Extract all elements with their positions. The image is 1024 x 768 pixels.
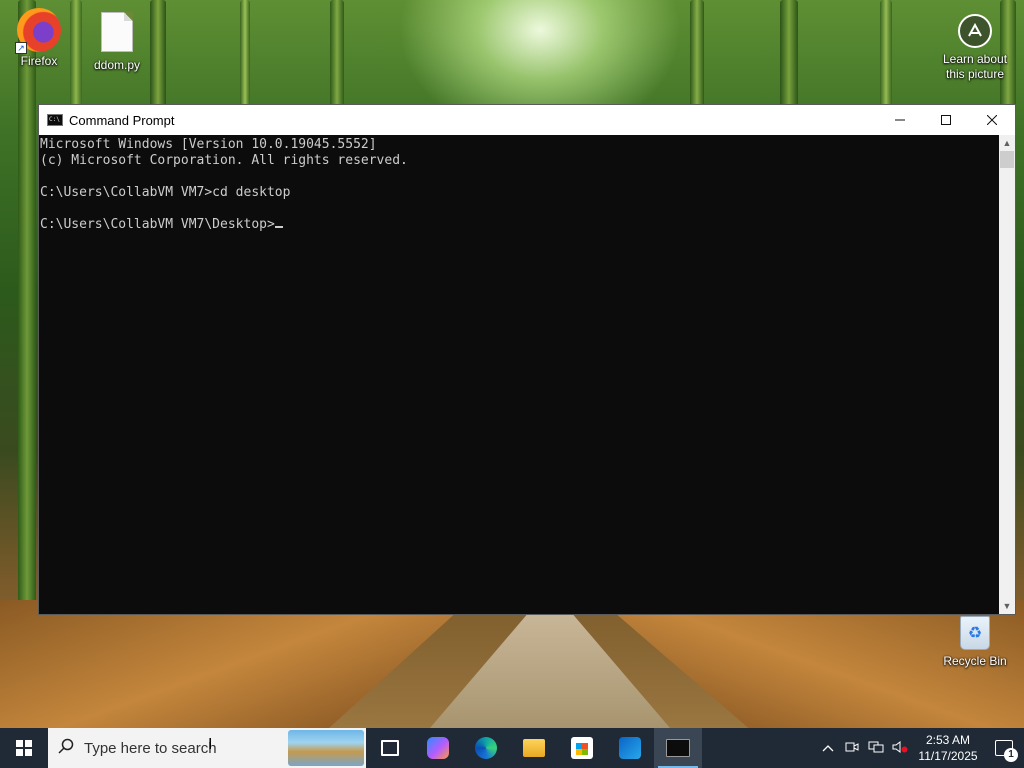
scrollbar-thumb[interactable]	[1000, 151, 1014, 168]
desktop-icon-label: Learn about this picture	[942, 52, 1008, 81]
outlook-icon	[619, 737, 641, 759]
chevron-up-icon[interactable]	[816, 741, 840, 755]
console-line: Microsoft Windows [Version 10.0.19045.55…	[40, 137, 377, 152]
notification-center-button[interactable]: 1	[984, 728, 1024, 768]
notification-count-badge: 1	[1004, 748, 1018, 762]
close-button[interactable]	[969, 105, 1015, 135]
file-explorer-icon	[523, 739, 545, 757]
copilot-icon	[427, 737, 449, 759]
vertical-scrollbar[interactable]: ▲ ▼	[999, 135, 1015, 614]
windows-logo-icon	[16, 740, 32, 756]
clock-time: 2:53 AM	[925, 733, 971, 747]
search-box[interactable]: Type here to search	[48, 728, 366, 768]
start-button[interactable]	[0, 728, 48, 768]
desktop-icon-label: Firefox	[20, 54, 58, 68]
command-prompt-window[interactable]: C:\ Command Prompt Microsoft Windows [Ve…	[38, 104, 1016, 615]
desktop-icon-firefox[interactable]: ↗ Firefox	[1, 2, 77, 69]
system-tray: 2:53 AM 11/17/2025 1	[816, 728, 1024, 768]
scroll-down-icon[interactable]: ▼	[999, 598, 1015, 614]
window-title: Command Prompt	[69, 112, 175, 128]
console-prompt: C:\Users\CollabVM VM7\Desktop>	[40, 217, 275, 232]
desktop-icon-label: Recycle Bin	[943, 654, 1007, 668]
close-icon	[987, 115, 997, 125]
maximize-icon	[941, 115, 951, 125]
taskbar-copilot[interactable]	[414, 728, 462, 768]
command-prompt-icon: C:\	[47, 114, 63, 126]
taskbar-edge[interactable]	[462, 728, 510, 768]
console-output[interactable]: Microsoft Windows [Version 10.0.19045.55…	[39, 135, 1000, 614]
grass-left	[0, 600, 470, 728]
command-prompt-icon	[666, 739, 690, 757]
search-icon	[48, 738, 84, 759]
mouse-cursor-icon: I	[208, 736, 213, 753]
minimize-button[interactable]	[877, 105, 923, 135]
console-line: C:\Users\CollabVM VM7>cd desktop	[40, 185, 291, 200]
console-line: (c) Microsoft Corporation. All rights re…	[40, 153, 408, 168]
python-file-icon	[101, 12, 133, 52]
maximize-button[interactable]	[923, 105, 969, 135]
taskbar-command-prompt[interactable]	[654, 728, 702, 768]
search-placeholder: Type here to search	[84, 739, 217, 757]
task-view-icon	[381, 740, 399, 756]
firefox-icon: ↗	[15, 8, 61, 54]
desktop-icon-label: ddom.py	[93, 58, 141, 72]
scroll-up-icon[interactable]: ▲	[999, 135, 1015, 151]
taskbar: Type here to search 2:53 AM 11/17/2025 1	[0, 728, 1024, 768]
taskbar-task-view[interactable]	[366, 728, 414, 768]
clock-date: 11/17/2025	[918, 749, 978, 763]
bamboo-stalk	[18, 0, 36, 640]
console-line: ​	[40, 169, 1000, 185]
camera-icon	[958, 14, 992, 48]
edge-icon	[475, 737, 497, 759]
minimize-icon	[895, 119, 905, 121]
network-icon[interactable]	[864, 741, 888, 756]
search-highlight-image[interactable]	[288, 730, 364, 766]
taskbar-file-explorer[interactable]	[510, 728, 558, 768]
recycle-bin-icon: ♻	[960, 616, 990, 650]
taskbar-outlook[interactable]	[606, 728, 654, 768]
shortcut-arrow-icon: ↗	[15, 42, 27, 54]
desktop-icon-recycle-bin[interactable]: ♻ Recycle Bin	[936, 616, 1014, 669]
clock[interactable]: 2:53 AM 11/17/2025	[912, 732, 984, 764]
volume-muted-icon[interactable]	[888, 740, 912, 756]
store-icon	[571, 737, 593, 759]
text-cursor	[274, 226, 283, 228]
meet-now-icon[interactable]	[840, 741, 864, 756]
window-titlebar[interactable]: C:\ Command Prompt	[39, 105, 1015, 135]
console-prompt-line[interactable]: C:\Users\CollabVM VM7\Desktop>	[40, 217, 1000, 233]
taskbar-store[interactable]	[558, 728, 606, 768]
console-line: ​	[40, 201, 1000, 217]
desktop-icon-ddom-py[interactable]: ddom.py	[79, 2, 155, 73]
desktop-icon-learn-about-picture[interactable]: Learn about this picture	[936, 0, 1014, 82]
